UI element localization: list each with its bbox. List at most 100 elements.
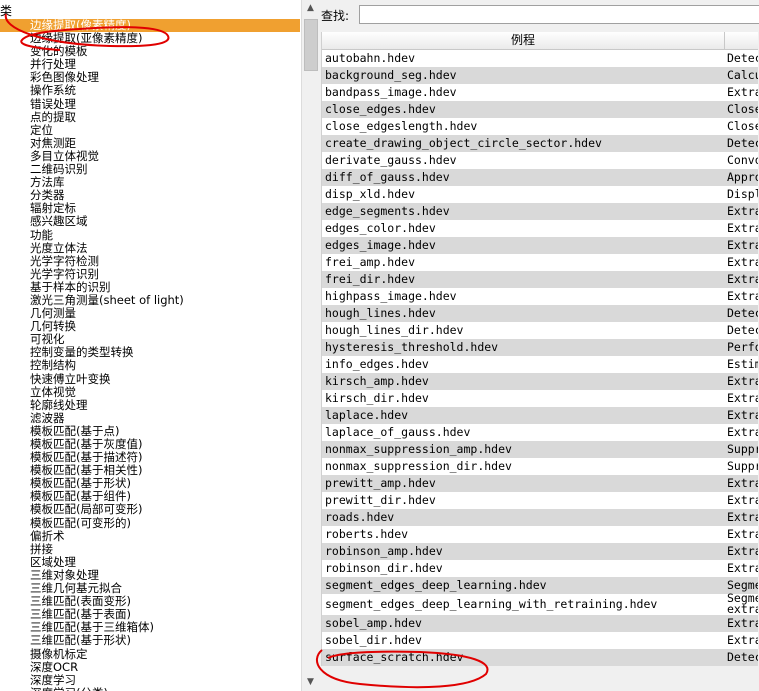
table-row[interactable]: segment_edges_deep_learning_with_retrain… — [322, 593, 758, 615]
category-item[interactable]: 三维匹配(基于形状) — [0, 634, 300, 647]
table-row[interactable]: robinson_dir.hdev Extra — [322, 560, 758, 577]
category-item[interactable]: 三维匹配(基于三维箱体) — [0, 621, 300, 634]
category-item[interactable]: 模板匹配(基于组件) — [0, 490, 300, 503]
example-name-cell: roads.hdev — [325, 510, 395, 524]
table-row[interactable]: edges_image.hdev Extra — [322, 237, 758, 254]
category-item[interactable]: 基于样本的识别 — [0, 281, 300, 294]
category-item[interactable]: 错误处理 — [0, 98, 300, 111]
table-row[interactable]: close_edgeslength.hdev Close — [322, 118, 758, 135]
table-row[interactable]: background_seg.hdev Calcu — [322, 67, 758, 84]
column-header-description[interactable] — [725, 32, 758, 49]
table-row[interactable]: hysteresis_threshold.hdev Perfo — [322, 339, 758, 356]
category-item[interactable]: 操作系统 — [0, 84, 300, 97]
category-item[interactable]: 深度学习 — [0, 674, 300, 687]
category-item[interactable]: 对焦测距 — [0, 137, 300, 150]
table-row[interactable]: diff_of_gauss.hdev Appro — [322, 169, 758, 186]
category-item[interactable]: 立体视觉 — [0, 386, 300, 399]
category-item[interactable]: 多目立体视觉 — [0, 150, 300, 163]
category-item[interactable]: 辐射定标 — [0, 202, 300, 215]
table-row[interactable]: sobel_dir.hdev Extra — [322, 632, 758, 649]
category-item[interactable]: 三维几何基元拟合 — [0, 582, 300, 595]
category-item[interactable]: 模板匹配(局部可变形) — [0, 503, 300, 516]
category-item[interactable]: 方法库 — [0, 176, 300, 189]
category-item[interactable]: 彩色图像处理 — [0, 71, 300, 84]
category-item[interactable]: 感兴趣区域 — [0, 215, 300, 228]
category-item[interactable]: 分类器 — [0, 189, 300, 202]
category-item[interactable]: 几何测量 — [0, 307, 300, 320]
table-row[interactable]: prewitt_amp.hdev Extra — [322, 475, 758, 492]
category-item[interactable]: 模板匹配(基于形状) — [0, 477, 300, 490]
scroll-thumb[interactable] — [304, 19, 318, 71]
table-row[interactable]: frei_amp.hdev Extra — [322, 254, 758, 271]
table-row[interactable]: kirsch_amp.hdev Extra — [322, 373, 758, 390]
table-row[interactable]: bandpass_image.hdev Extra — [322, 84, 758, 101]
example-description-cell: Segme — [727, 578, 758, 592]
table-row[interactable]: derivate_gauss.hdev Convo — [322, 152, 758, 169]
category-scrollbar[interactable]: ▲ ▼ — [301, 0, 318, 691]
table-row[interactable]: edge_segments.hdev Extra — [322, 203, 758, 220]
category-item[interactable]: 二维码识别 — [0, 163, 300, 176]
category-item[interactable]: 边缘提取(亚像素精度) — [0, 32, 300, 45]
category-item[interactable]: 深度OCR — [0, 661, 300, 674]
category-item[interactable]: 模板匹配(基于灰度值) — [0, 438, 300, 451]
category-item[interactable]: 边缘提取(像素精度) — [0, 19, 300, 33]
table-row[interactable]: edges_color.hdev Extra — [322, 220, 758, 237]
table-row[interactable]: close_edges.hdev Close — [322, 101, 758, 118]
search-input[interactable] — [359, 5, 759, 24]
category-item[interactable]: 可视化 — [0, 333, 300, 346]
table-row[interactable]: surface_scratch.hdev Detec — [322, 649, 758, 666]
category-item[interactable]: 深度学习(分类) — [0, 687, 300, 691]
table-row[interactable]: roads.hdev Extra — [322, 509, 758, 526]
table-row[interactable]: info_edges.hdev Estim — [322, 356, 758, 373]
table-row[interactable]: robinson_amp.hdev Extra — [322, 543, 758, 560]
category-item[interactable]: 三维匹配(基于表面) — [0, 608, 300, 621]
category-item[interactable]: 模板匹配(基于描述符) — [0, 451, 300, 464]
table-row[interactable]: laplace_of_gauss.hdev Extra — [322, 424, 758, 441]
category-item[interactable]: 快速傅立叶变换 — [0, 373, 300, 386]
category-item[interactable]: 模板匹配(基于点) — [0, 425, 300, 438]
category-item[interactable]: 几何转换 — [0, 320, 300, 333]
category-item[interactable]: 模板匹配(基于相关性) — [0, 464, 300, 477]
category-item[interactable]: 定位 — [0, 124, 300, 137]
table-row[interactable]: nonmax_suppression_amp.hdev Suppr — [322, 441, 758, 458]
table-row[interactable]: roberts.hdev Extra — [322, 526, 758, 543]
table-row[interactable]: laplace.hdev Extra — [322, 407, 758, 424]
category-item[interactable]: 并行处理 — [0, 58, 300, 71]
category-item[interactable]: 三维对象处理 — [0, 569, 300, 582]
table-row[interactable]: disp_xld.hdev Displ — [322, 186, 758, 203]
category-item[interactable]: 区域处理 — [0, 556, 300, 569]
table-row[interactable]: nonmax_suppression_dir.hdev Suppr — [322, 458, 758, 475]
category-item[interactable]: 点的提取 — [0, 111, 300, 124]
table-row[interactable]: sobel_amp.hdev Extra — [322, 615, 758, 632]
example-name-cell: autobahn.hdev — [325, 51, 416, 65]
category-item[interactable]: 光度立体法 — [0, 242, 300, 255]
table-row[interactable]: kirsch_dir.hdev Extra — [322, 390, 758, 407]
category-item[interactable]: 滤波器 — [0, 412, 300, 425]
table-row[interactable]: hough_lines_dir.hdev Detec — [322, 322, 758, 339]
category-item[interactable]: 偏折术 — [0, 530, 300, 543]
category-item[interactable]: 光学字符识别 — [0, 268, 300, 281]
category-item[interactable]: 变化的模板 — [0, 45, 300, 58]
category-item[interactable]: 三维匹配(表面变形) — [0, 595, 300, 608]
column-header-name[interactable]: 例程 — [322, 32, 725, 49]
category-item[interactable]: 模板匹配(可变形的) — [0, 517, 300, 530]
table-row[interactable]: hough_lines.hdev Detec — [322, 305, 758, 322]
category-item[interactable]: 功能 — [0, 229, 300, 242]
category-item[interactable]: 光学字符检测 — [0, 255, 300, 268]
category-item[interactable]: 拼接 — [0, 543, 300, 556]
table-row[interactable]: segment_edges_deep_learning.hdev Segme — [322, 577, 758, 594]
scroll-up-arrow-icon[interactable]: ▲ — [302, 0, 318, 17]
scroll-down-arrow-icon[interactable]: ▼ — [302, 674, 318, 691]
table-row[interactable]: highpass_image.hdev Extra — [322, 288, 758, 305]
table-row[interactable]: create_drawing_object_circle_sector.hdev… — [322, 135, 758, 152]
example-name-cell: roberts.hdev — [325, 527, 409, 541]
example-name-cell: sobel_amp.hdev — [325, 616, 422, 630]
table-row[interactable]: prewitt_dir.hdev Extra — [322, 492, 758, 509]
category-item[interactable]: 控制变量的类型转换 — [0, 346, 300, 359]
category-item[interactable]: 轮廓线处理 — [0, 399, 300, 412]
category-item[interactable]: 摄像机标定 — [0, 648, 300, 661]
category-item[interactable]: 激光三角测量(sheet of light) — [0, 294, 300, 307]
category-item[interactable]: 控制结构 — [0, 359, 300, 372]
table-row[interactable]: frei_dir.hdev Extra — [322, 271, 758, 288]
table-row[interactable]: autobahn.hdev Detec — [322, 50, 758, 67]
